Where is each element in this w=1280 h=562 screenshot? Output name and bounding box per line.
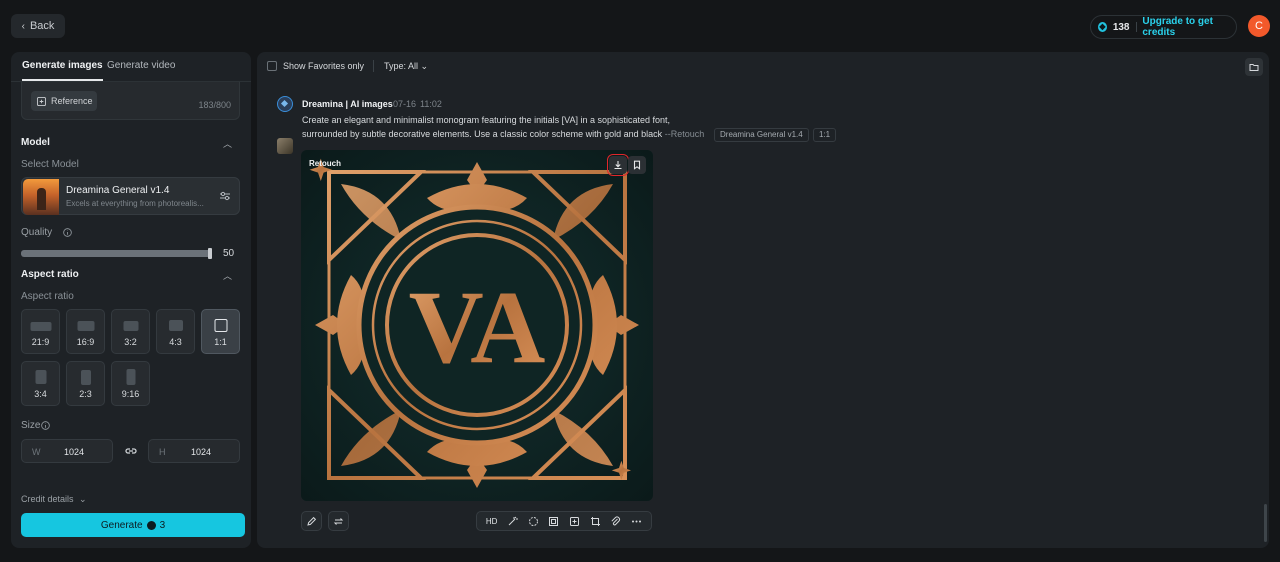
width-value: 1024: [64, 447, 85, 457]
tab-generate-images[interactable]: Generate images: [22, 60, 103, 81]
magic-wand-icon[interactable]: [507, 516, 519, 527]
download-icon: [614, 161, 622, 170]
height-field[interactable]: H 1024: [148, 439, 240, 463]
aspect-ratio-label: Aspect ratio: [21, 291, 74, 302]
image-add-icon: [37, 96, 46, 106]
inpaint-icon[interactable]: [569, 516, 580, 527]
scrollbar[interactable]: [1264, 504, 1267, 542]
favorites-checkbox[interactable]: [267, 61, 277, 71]
height-prefix: H: [159, 447, 166, 457]
edit-prompt-button[interactable]: [301, 511, 322, 531]
credits-divider: [1135, 22, 1137, 32]
info-icon[interactable]: [63, 228, 72, 237]
select-model-label: Select Model: [21, 159, 79, 170]
prompt-text-line-1: Create an elegant and minimalist monogra…: [302, 115, 671, 125]
model-thumbnail: [23, 179, 59, 215]
quality-value: 50: [223, 248, 235, 259]
model-selector[interactable]: Dreamina General v1.4 Excels at everythi…: [21, 177, 240, 215]
image-label: Retouch: [309, 159, 341, 168]
monogram-letters: VA: [409, 270, 546, 385]
hd-upscale-button[interactable]: HD: [486, 517, 498, 526]
size-label: Size: [21, 420, 41, 431]
generate-cost: 3: [159, 519, 166, 531]
upgrade-link[interactable]: Upgrade to get credits: [1142, 16, 1236, 38]
quality-slider-handle[interactable]: [208, 248, 212, 259]
generated-image[interactable]: VA Retouch: [301, 150, 653, 501]
reference-button[interactable]: Reference: [31, 91, 97, 111]
aspect-option-4-3[interactable]: 4:3: [156, 309, 195, 354]
back-label: Back: [29, 20, 55, 32]
results-panel: Show Favorites only Type: All ⌄ Dreamina…: [257, 52, 1269, 548]
top-bar: ‹ Back ◆ 138 Upgrade to get credits C: [0, 0, 1280, 52]
pencil-icon: [307, 516, 317, 526]
image-toolbar: HD: [476, 511, 652, 531]
back-button[interactable]: ‹ Back: [11, 14, 65, 38]
generate-tabs: Generate images Generate video: [11, 52, 251, 82]
expand-icon[interactable]: [548, 516, 559, 527]
folder-icon: [1249, 64, 1259, 71]
ai-agent-icon: [277, 96, 293, 112]
filter-divider: [373, 60, 374, 72]
chevron-up-icon[interactable]: ︿: [223, 269, 232, 282]
chevron-left-icon: ‹: [21, 20, 25, 32]
regenerate-button[interactable]: [328, 511, 349, 531]
aspect-section-title: Aspect ratio: [21, 269, 79, 280]
chevron-down-icon: ⌄: [79, 494, 87, 504]
quality-slider[interactable]: [21, 250, 211, 257]
bookmark-icon: [633, 160, 641, 170]
aspect-option-21-9[interactable]: 21:9: [21, 309, 60, 354]
aspect-option-1-1[interactable]: 1:1: [201, 309, 240, 354]
credit-coin-icon: [146, 520, 156, 530]
crop-icon[interactable]: [590, 516, 601, 527]
chevron-down-icon: ⌄: [420, 61, 429, 71]
credit-details-label: Credit details: [21, 494, 74, 504]
favorites-label[interactable]: Show Favorites only: [283, 61, 364, 71]
width-field[interactable]: W 1024: [21, 439, 113, 463]
generate-button[interactable]: Generate 3: [21, 513, 245, 537]
prompt-box[interactable]: Reference 183/800: [21, 82, 240, 120]
quality-label: Quality: [21, 227, 53, 238]
aspect-option-3-2[interactable]: 3:2: [111, 309, 150, 354]
credit-details-toggle[interactable]: Credit details ⌄: [21, 494, 87, 505]
entry-author: Dreamina | AI images: [302, 99, 393, 109]
eraser-icon[interactable]: [528, 516, 539, 527]
generate-label: Generate: [100, 519, 143, 531]
credits-pill[interactable]: ◆ 138 Upgrade to get credits: [1090, 15, 1237, 39]
attach-icon[interactable]: [610, 516, 621, 527]
model-name: Dreamina General v1.4: [66, 185, 170, 196]
folder-button[interactable]: [1245, 58, 1263, 76]
refresh-icon: [333, 518, 344, 525]
credit-coin-icon: ◆: [1098, 22, 1107, 32]
prompt-text-line-2: surrounded by subtle decorative elements…: [302, 129, 705, 139]
model-tag[interactable]: Dreamina General v1.4: [714, 128, 809, 142]
aspect-option-3-4[interactable]: 3:4: [21, 361, 60, 406]
model-section-title: Model: [21, 137, 50, 148]
settings-sliders-icon[interactable]: [219, 190, 231, 202]
model-description: Excels at everything from photorealis...: [66, 199, 204, 208]
aspect-option-9-16[interactable]: 9:16: [111, 361, 150, 406]
monogram-artwork: VA: [301, 150, 653, 501]
tab-generate-video[interactable]: Generate video: [107, 60, 175, 71]
avatar[interactable]: C: [1248, 15, 1270, 37]
type-filter-dropdown[interactable]: Type: All ⌄: [384, 61, 428, 72]
download-button[interactable]: [607, 154, 629, 176]
link-icon[interactable]: [124, 444, 138, 458]
width-prefix: W: [32, 447, 41, 457]
char-counter: 183/800: [198, 100, 231, 110]
reference-thumbnail[interactable]: [277, 138, 293, 154]
credits-count: 138: [1112, 21, 1130, 33]
entry-time: 11:02: [420, 99, 442, 109]
chevron-up-icon[interactable]: ︿: [223, 137, 232, 150]
aspect-option-16-9[interactable]: 16:9: [66, 309, 105, 354]
aspect-option-2-3[interactable]: 2:3: [66, 361, 105, 406]
height-value: 1024: [191, 447, 212, 457]
info-icon[interactable]: [41, 421, 50, 430]
ratio-tag[interactable]: 1:1: [813, 128, 837, 142]
retouch-suffix: --Retouch: [664, 129, 705, 139]
generate-panel: Generate images Generate video Reference…: [11, 52, 251, 548]
reference-label: Reference: [51, 96, 93, 106]
more-icon[interactable]: [631, 516, 642, 527]
bookmark-button[interactable]: [628, 156, 646, 174]
entry-date: 07-16: [393, 99, 417, 109]
